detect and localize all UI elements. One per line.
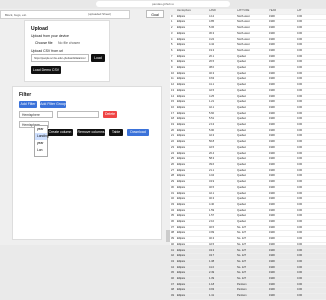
load-demo-csv-button[interactable]: Load Demo CSV <box>31 66 61 74</box>
dropdown-option[interactable]: year <box>35 126 47 133</box>
dropdown-option[interactable]: Lon <box>35 147 47 154</box>
dropdown-option[interactable]: Landing <box>35 133 49 140</box>
table-cell: Pentium <box>236 293 268 300</box>
filter-title: Filter <box>19 92 32 98</box>
add-filter-group-button[interactable]: Add Filter Group <box>40 101 66 108</box>
download-button[interactable]: Download <box>127 129 149 136</box>
data-table: Hemisphere LAND LATITUDE YEAR LAT 0 Ellipsis 4… <box>170 9 326 300</box>
table-row: 49 Ellipsis 1.41 Pentium 1900 0.00 <box>170 293 326 300</box>
table-button[interactable]: Table <box>109 129 123 136</box>
dropdown-option[interactable]: year <box>35 140 47 147</box>
upload-url-label: Upload CSV from url <box>31 49 64 53</box>
create-column-button[interactable]: Create column <box>47 129 73 136</box>
filter-value-input-1[interactable] <box>57 111 99 118</box>
filter-field-select-1[interactable]: Hemisphere <box>19 111 53 118</box>
table-cell: 0.00 <box>296 293 326 300</box>
remove-columns-button[interactable]: Remove columns <box>77 129 105 136</box>
table-cell: 1.41 <box>208 293 236 300</box>
data-table-panel: Hemisphere LAND LATITUDE YEAR LAT 0 Ellipsis 4… <box>170 9 326 300</box>
table-cell: 1900 <box>268 293 296 300</box>
url-bar[interactable]: pandas.github.io <box>96 1 230 7</box>
delete-filter-button[interactable]: Delete <box>103 111 117 118</box>
upload-card: Upload Upload from your device Choose fi… <box>24 20 110 82</box>
choose-file-button[interactable]: Choose file <box>35 41 53 45</box>
add-filter-button[interactable]: Add Filter <box>19 101 37 108</box>
choose-file-status: No file chosen <box>58 41 81 45</box>
go-button[interactable]: Goal <box>146 10 164 18</box>
csv-url-input[interactable]: https://people.sc.fsu.edu/~jburkardt/dat… <box>31 54 89 62</box>
upload-title: Upload <box>31 26 48 32</box>
field-dropdown[interactable]: year Landing year Lon <box>34 125 49 157</box>
search-hint: (uploaded Sheet) <box>88 12 112 16</box>
upload-from-device-label: Upload from your device <box>31 34 69 38</box>
load-button[interactable]: Load <box>91 54 105 62</box>
filter-card: Filter Add Filter Add Filter Group Hemis… <box>12 86 162 240</box>
table-cell: Ellipsis <box>176 293 208 300</box>
